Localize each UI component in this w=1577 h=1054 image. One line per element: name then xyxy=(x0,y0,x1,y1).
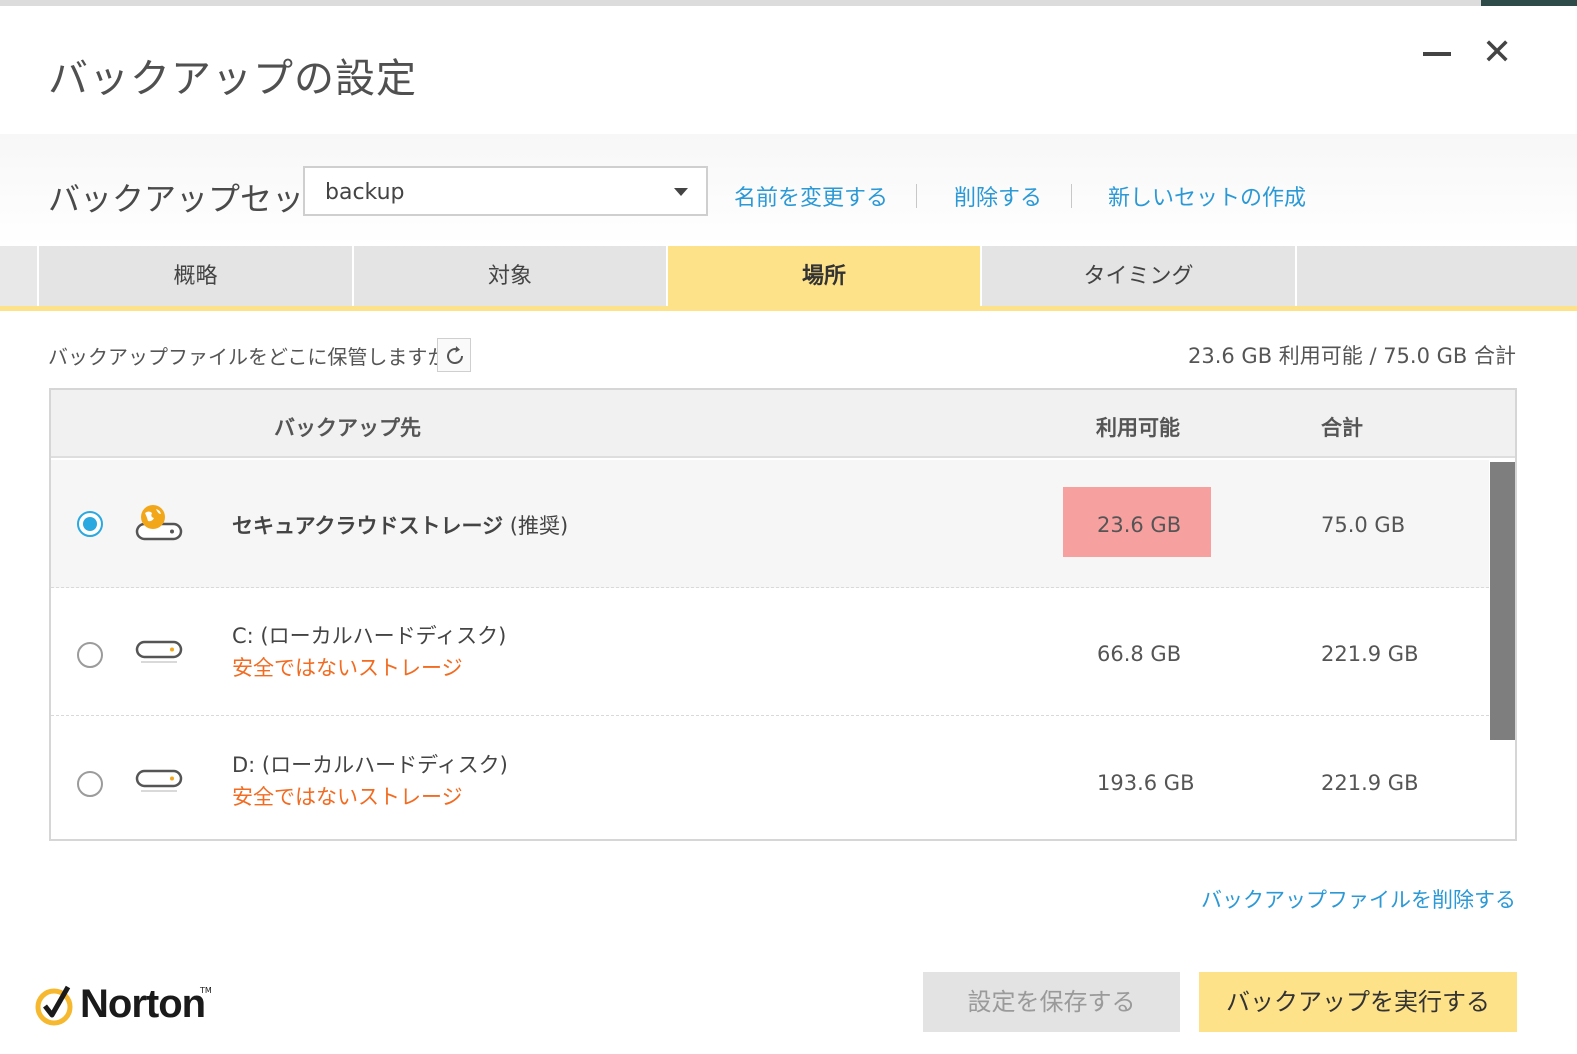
row-radio-button[interactable] xyxy=(77,771,103,797)
tab-overview[interactable]: 概略 xyxy=(37,246,352,307)
destination-name: C: (ローカルハードディスク) xyxy=(232,624,507,648)
table-row[interactable]: D: (ローカルハードディスク) 安全ではないストレージ 193.6 GB 22… xyxy=(51,717,1489,839)
refresh-button[interactable] xyxy=(437,338,471,372)
delete-set-link[interactable]: 削除する xyxy=(954,180,1042,212)
window-top-border xyxy=(0,0,1577,6)
save-settings-button[interactable]: 設定を保存する xyxy=(923,972,1180,1032)
tab-target[interactable]: 対象 xyxy=(352,246,666,307)
backup-set-label: バックアップセット xyxy=(48,180,337,218)
close-icon[interactable]: ✕ xyxy=(1482,35,1512,71)
window-title: バックアップの設定 xyxy=(48,56,417,102)
column-header-total: 合計 xyxy=(1321,416,1363,440)
tab-timing[interactable]: タイミング xyxy=(980,246,1295,307)
link-divider xyxy=(916,184,917,208)
norton-logo: Norton TM xyxy=(34,980,212,1030)
tab-empty xyxy=(1295,246,1577,307)
destination-table: バックアップ先 利用可能 合計 セキュアクラウドストレージ (推奨) 23.6 … xyxy=(49,388,1517,841)
delete-backup-files-link[interactable]: バックアップファイルを削除する xyxy=(1201,884,1516,914)
rename-set-link[interactable]: 名前を変更する xyxy=(734,180,888,212)
chevron-down-icon xyxy=(674,188,688,196)
table-row[interactable]: セキュアクラウドストレージ (推奨) 23.6 GB 75.0 GB xyxy=(51,460,1489,588)
norton-checkmark-icon xyxy=(35,985,73,1026)
cloud-storage-icon xyxy=(135,505,183,541)
location-question: バックアップファイルをどこに保管しますか? xyxy=(48,345,459,369)
total-space: 75.0 GB xyxy=(1321,513,1406,537)
run-backup-button[interactable]: バックアップを実行する xyxy=(1199,972,1517,1032)
link-divider xyxy=(1071,184,1072,208)
available-space: 23.6 GB xyxy=(1097,513,1182,537)
minimize-icon[interactable] xyxy=(1423,38,1451,66)
tab-underline xyxy=(0,306,1577,311)
insecure-storage-warning: 安全ではないストレージ xyxy=(232,656,463,680)
trademark-mark: TM xyxy=(200,986,212,995)
scrollbar-thumb[interactable] xyxy=(1490,462,1515,740)
backup-set-dropdown[interactable]: backup xyxy=(303,166,708,216)
row-radio-button[interactable] xyxy=(77,511,103,537)
column-header-available: 利用可能 xyxy=(1096,416,1180,440)
total-space: 221.9 GB xyxy=(1321,642,1419,666)
tab-bar: 概略 対象 場所 タイミング xyxy=(0,246,1577,308)
destination-name: D: (ローカルハードディスク) xyxy=(232,753,508,777)
table-header: バックアップ先 利用可能 合計 xyxy=(51,390,1515,458)
backup-set-bar: バックアップセット backup 名前を変更する 削除する 新しいセットの作成 xyxy=(0,134,1577,246)
table-row[interactable]: C: (ローカルハードディスク) 安全ではないストレージ 66.8 GB 221… xyxy=(51,588,1489,716)
hard-drive-icon xyxy=(135,769,183,792)
norton-wordmark: Norton xyxy=(80,982,206,1026)
destination-name-main: セキュアクラウドストレージ xyxy=(232,514,504,538)
row-radio-button[interactable] xyxy=(77,642,103,668)
available-space: 66.8 GB xyxy=(1097,642,1182,666)
new-set-link[interactable]: 新しいセットの作成 xyxy=(1108,180,1306,212)
hard-drive-icon xyxy=(135,640,183,663)
column-header-destination: バックアップ先 xyxy=(274,416,421,440)
available-space: 193.6 GB xyxy=(1097,771,1195,795)
total-space: 221.9 GB xyxy=(1321,771,1419,795)
window-top-accent xyxy=(1481,0,1577,6)
tab-location[interactable]: 場所 xyxy=(666,246,980,307)
backup-set-selected-value: backup xyxy=(325,180,405,205)
refresh-icon xyxy=(447,346,464,365)
insecure-storage-warning: 安全ではないストレージ xyxy=(232,785,463,809)
destination-name-suffix: (推奨) xyxy=(503,514,569,538)
capacity-summary: 23.6 GB 利用可能 / 75.0 GB 合計 xyxy=(1187,344,1516,368)
destination-name: セキュアクラウドストレージ (推奨) xyxy=(232,510,568,540)
